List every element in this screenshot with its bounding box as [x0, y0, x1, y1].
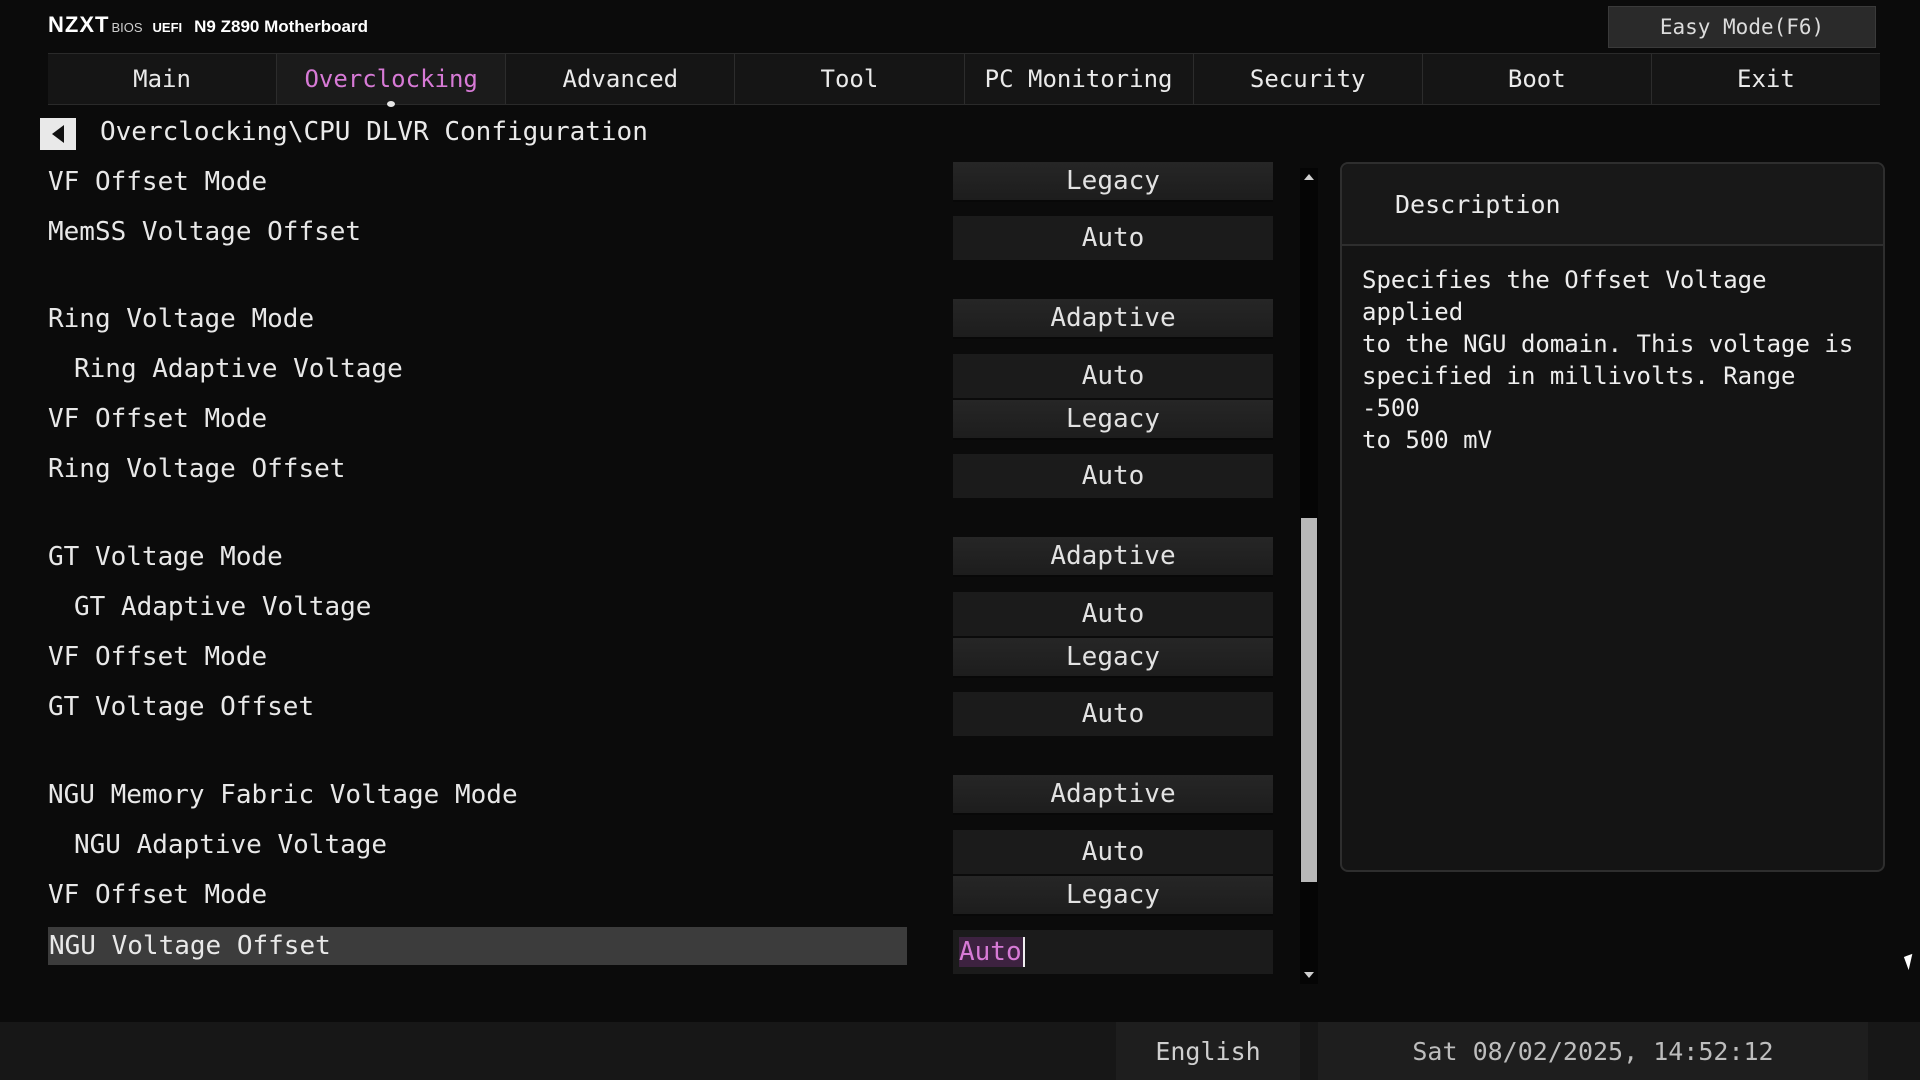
setting-label-vf-offset-mode[interactable]: VF Offset Mode [48, 163, 267, 201]
setting-label-gt-voltage-offset[interactable]: GT Voltage Offset [48, 688, 314, 726]
vf-offset-mode-dropdown[interactable]: Legacy [953, 162, 1273, 202]
ring-voltage-offset-field[interactable]: Auto [953, 454, 1273, 498]
description-title: Description [1342, 164, 1883, 246]
gt-voltage-offset-field[interactable]: Auto [953, 692, 1273, 736]
tab-advanced[interactable]: Advanced [505, 54, 734, 104]
mouse-cursor-icon [1903, 953, 1918, 971]
ring-voltage-mode-dropdown[interactable]: Adaptive [953, 299, 1273, 339]
scrollbar-thumb[interactable] [1301, 518, 1317, 882]
breadcrumb: Overclocking\CPU DLVR Configuration [100, 117, 648, 147]
setting-label-ring-voltage-offset[interactable]: Ring Voltage Offset [48, 450, 345, 488]
back-button[interactable] [40, 118, 76, 150]
setting-label-ring-adaptive-voltage[interactable]: Ring Adaptive Voltage [74, 350, 403, 388]
setting-label-gt-adaptive-voltage[interactable]: GT Adaptive Voltage [74, 588, 371, 626]
main-tabs: Main Overclocking Advanced Tool PC Monit… [48, 53, 1880, 107]
easy-mode-button[interactable]: Easy Mode(F6) [1608, 6, 1876, 48]
setting-label-vf-offset-mode[interactable]: VF Offset Mode [48, 876, 267, 914]
uefi-label: UEFI [152, 20, 183, 35]
vf-offset-mode-dropdown[interactable]: Legacy [953, 400, 1273, 440]
vf-offset-mode-dropdown[interactable]: Legacy [953, 876, 1273, 916]
tab-tool[interactable]: Tool [734, 54, 963, 104]
brand-header: NZXT BIOS UEFI N9 Z890 Motherboard [48, 12, 368, 40]
scroll-up-arrow-icon[interactable] [1304, 174, 1314, 180]
description-panel: Description Specifies the Offset Voltage… [1340, 162, 1885, 872]
ngu-adaptive-voltage-field[interactable]: Auto [953, 830, 1273, 874]
memss-voltage-offset-field[interactable]: Auto [953, 216, 1273, 260]
tab-overclocking[interactable]: Overclocking [276, 54, 506, 107]
setting-label-ring-voltage-mode[interactable]: Ring Voltage Mode [48, 300, 314, 338]
tab-exit[interactable]: Exit [1650, 54, 1880, 104]
ngu-voltage-offset-value: Auto [959, 937, 1025, 967]
setting-label-vf-offset-mode[interactable]: VF Offset Mode [48, 638, 267, 676]
description-text: Specifies the Offset Voltage applied to … [1362, 266, 1854, 454]
vf-offset-mode-dropdown[interactable]: Legacy [953, 638, 1273, 678]
tab-pc-monitoring[interactable]: PC Monitoring [963, 54, 1193, 104]
tab-security[interactable]: Security [1192, 54, 1422, 104]
bios-label: BIOS [111, 20, 143, 35]
datetime-display: Sat 08/02/2025, 14:52:12 [1318, 1022, 1868, 1080]
back-arrow-icon [52, 125, 64, 143]
nzxt-logo: NZXT [48, 12, 110, 37]
setting-label-ngu-adaptive-voltage[interactable]: NGU Adaptive Voltage [74, 826, 387, 864]
ngu-memory-fabric-voltage-mode-dropdown[interactable]: Adaptive [953, 775, 1273, 815]
setting-label-memss-voltage-offset[interactable]: MemSS Voltage Offset [48, 213, 361, 251]
tab-main[interactable]: Main [48, 54, 276, 104]
tab-boot[interactable]: Boot [1421, 54, 1651, 104]
language-selector[interactable]: English [1116, 1022, 1300, 1080]
motherboard-model: N9 Z890 Motherboard [194, 17, 368, 36]
scroll-down-arrow-icon[interactable] [1304, 972, 1314, 978]
ngu-voltage-offset-input[interactable]: Auto [953, 930, 1273, 974]
ring-adaptive-voltage-field[interactable]: Auto [953, 354, 1273, 398]
gt-adaptive-voltage-field[interactable]: Auto [953, 592, 1273, 636]
setting-label-ngu-memory-fabric-voltage-mode[interactable]: NGU Memory Fabric Voltage Mode [48, 776, 518, 814]
setting-label-vf-offset-mode[interactable]: VF Offset Mode [48, 400, 267, 438]
setting-label-ngu-voltage-offset[interactable]: NGU Voltage Offset [48, 927, 907, 965]
gt-voltage-mode-dropdown[interactable]: Adaptive [953, 537, 1273, 577]
setting-label-gt-voltage-mode[interactable]: GT Voltage Mode [48, 538, 283, 576]
